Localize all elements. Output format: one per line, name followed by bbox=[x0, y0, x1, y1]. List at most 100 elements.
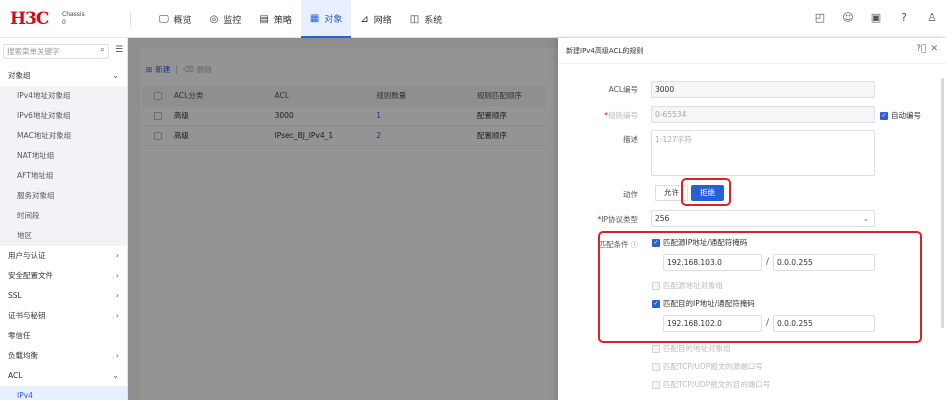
checkbox-label: 匹配源地址对象组 bbox=[663, 281, 723, 290]
sidebar-item-label: 负载均衡 bbox=[8, 351, 38, 360]
sidebar-item-label: 用户与认证 bbox=[8, 251, 46, 260]
sidebar-item-label: 地区 bbox=[17, 231, 32, 240]
help-icon[interactable]: ?⃝ bbox=[916, 44, 926, 54]
sidebar-item-label: 安全配置文件 bbox=[8, 271, 53, 280]
ip-protocol-select[interactable]: 256 ⌄ bbox=[651, 210, 875, 227]
save-config-icon[interactable]: ◰ bbox=[812, 11, 828, 24]
match-src-ip-checkbox[interactable]: ✓ 匹配源IP地址/通配符掩码 bbox=[652, 237, 747, 248]
ip-protocol-label: *IP协议类型 bbox=[568, 214, 638, 225]
highlight-box-action bbox=[681, 178, 731, 206]
dst-ip-input[interactable]: 192.168.102.0 bbox=[663, 315, 762, 332]
src-mask-input[interactable]: 0.0.0.255 bbox=[773, 254, 875, 271]
nav-policy[interactable]: ▤ 策略 bbox=[250, 0, 300, 38]
dst-mask-input[interactable]: 0.0.0.255 bbox=[773, 315, 875, 332]
disk-icon[interactable]: ▣ bbox=[868, 11, 884, 24]
rule-number-input[interactable]: 0-65534 bbox=[651, 106, 875, 123]
nav-label: 策略 bbox=[273, 15, 292, 26]
sidebar-item-region[interactable]: 地区 bbox=[0, 226, 127, 246]
monitor-icon: ◎ bbox=[209, 13, 219, 25]
chevron-down-icon: ⌄ bbox=[112, 371, 119, 380]
label-text: 规则编号 bbox=[608, 111, 638, 120]
sidebar-item-user-auth[interactable]: 用户与认证 › bbox=[0, 246, 127, 266]
match-tcp-src-port-checkbox[interactable]: 匹配TCP/UDP报文的源端口号 bbox=[652, 361, 763, 372]
nav-overview[interactable]: 🖵 概览 bbox=[150, 0, 201, 38]
nav-label: 监控 bbox=[223, 15, 242, 26]
placeholder-text: 0-65534 bbox=[655, 110, 687, 119]
close-icon[interactable]: ✕ bbox=[930, 44, 938, 54]
info-icon[interactable]: ⓘ bbox=[631, 241, 638, 249]
policy-icon: ▤ bbox=[259, 13, 269, 25]
description-textarea[interactable]: 1-127字符 bbox=[651, 130, 875, 176]
match-tcp-dst-port-checkbox[interactable]: 匹配TCP/UDP报文的目的端口号 bbox=[652, 379, 770, 390]
nav-system[interactable]: ◫ 系统 bbox=[401, 0, 451, 38]
nav-label: 网络 bbox=[373, 15, 392, 26]
checkbox-unchecked-icon bbox=[652, 380, 660, 389]
sidebar-item-ipv4-object-group[interactable]: IPv4地址对象组 bbox=[0, 86, 127, 106]
match-dst-object-checkbox[interactable]: 匹配目的地址对象组 bbox=[652, 343, 731, 354]
description-label: 描述 bbox=[568, 134, 638, 145]
dashboard-icon: 🖵 bbox=[159, 13, 169, 25]
divider bbox=[130, 12, 131, 26]
sidebar-item-security-profile[interactable]: 安全配置文件 › bbox=[0, 266, 127, 286]
brand-logo: H3C bbox=[10, 9, 49, 29]
checkbox-label: 匹配目的地址对象组 bbox=[663, 344, 731, 353]
sidebar-item-time-range[interactable]: 时间段 bbox=[0, 206, 127, 226]
sidebar-item-cert-key[interactable]: 证书与秘钥 › bbox=[0, 306, 127, 326]
sidebar-item-label: IPv6地址对象组 bbox=[17, 111, 71, 120]
top-bar: H3C Chassis 0 🖵 概览 ◎ 监控 ▤ 策略 ▦ 对象 ⊿ 网络 ◫ 系统 ◰ … bbox=[0, 0, 946, 38]
search-input[interactable] bbox=[4, 45, 92, 58]
nav-label: 概览 bbox=[173, 15, 192, 26]
sidebar-item-nat-group[interactable]: NAT地址组 bbox=[0, 146, 127, 166]
sidebar-item-label: ACL bbox=[8, 371, 23, 380]
chevron-right-icon: › bbox=[115, 311, 119, 320]
auto-number-checkbox[interactable]: ✓ 自动编号 bbox=[880, 110, 921, 121]
sidebar-item-service-group[interactable]: 服务对象组 bbox=[0, 186, 127, 206]
sidebar-item-zero-trust[interactable]: 零信任 bbox=[0, 326, 127, 346]
search-icon[interactable]: ⌕ bbox=[100, 45, 105, 55]
drawer-scrollbar[interactable] bbox=[941, 78, 944, 328]
sidebar-item-label: IPv4地址对象组 bbox=[17, 91, 71, 100]
chevron-right-icon: › bbox=[115, 351, 119, 360]
checkbox-label: 自动编号 bbox=[891, 111, 921, 120]
label-text: ACL编号 bbox=[608, 85, 638, 94]
src-ip-input[interactable]: 192.168.103.0 bbox=[663, 254, 762, 271]
input-value: 192.168.102.0 bbox=[667, 319, 722, 328]
match-condition-label: 匹配条件 ⓘ bbox=[568, 239, 638, 250]
checkbox-unchecked-icon bbox=[652, 362, 660, 371]
modal-overlay[interactable] bbox=[128, 38, 558, 400]
slash-separator: / bbox=[766, 318, 770, 328]
sidebar-item-load-balance[interactable]: 负载均衡 › bbox=[0, 346, 127, 366]
rule-number-label: *规则编号 bbox=[568, 110, 638, 121]
sidebar-item-label: NAT地址组 bbox=[17, 151, 55, 160]
sidebar-item-label: 服务对象组 bbox=[17, 191, 55, 200]
sidebar-item-label: 证书与秘钥 bbox=[8, 311, 46, 320]
sidebar-item-ssl[interactable]: SSL › bbox=[0, 286, 127, 306]
sidebar-item-ipv6-object-group[interactable]: IPv6地址对象组 bbox=[0, 106, 127, 126]
sidebar-item-mac-object-group[interactable]: MAC地址对象组 bbox=[0, 126, 127, 146]
chevron-down-icon: ⌄ bbox=[862, 214, 869, 223]
sidebar-item-aft-group[interactable]: AFT地址组 bbox=[0, 166, 127, 186]
slash-separator: / bbox=[766, 257, 770, 267]
help-icon[interactable]: ? bbox=[896, 11, 912, 24]
theme-icon[interactable]: ☺ bbox=[840, 11, 856, 24]
sidebar-item-object-group[interactable]: 对象组 ⌄ bbox=[0, 66, 127, 86]
chevron-right-icon: › bbox=[115, 291, 119, 300]
nav-objects[interactable]: ▦ 对象 bbox=[300, 0, 352, 38]
collapse-menu-icon[interactable]: ☰ bbox=[115, 45, 123, 55]
checkbox-label: 匹配源IP地址/通配符掩码 bbox=[663, 238, 748, 247]
sidebar: ⌕ ☰ 对象组 ⌄ IPv4地址对象组 IPv6地址对象组 MAC地址对象组 NA… bbox=[0, 38, 128, 400]
objects-icon: ▦ bbox=[309, 12, 320, 24]
nav-network[interactable]: ⊿ 网络 bbox=[351, 0, 400, 38]
sidebar-item-ipv4[interactable]: IPv4 bbox=[0, 386, 127, 400]
label-text: IP协议类型 bbox=[601, 215, 638, 224]
sidebar-item-acl[interactable]: ACL ⌄ bbox=[0, 366, 127, 386]
checkbox-unchecked-icon bbox=[652, 281, 660, 290]
label-text: 描述 bbox=[623, 135, 638, 144]
select-value: 256 bbox=[655, 214, 670, 223]
input-value: 0.0.0.255 bbox=[777, 258, 813, 267]
nav-monitor[interactable]: ◎ 监控 bbox=[201, 0, 251, 38]
input-value: 192.168.103.0 bbox=[667, 258, 722, 267]
match-src-object-checkbox[interactable]: 匹配源地址对象组 bbox=[652, 280, 723, 291]
match-dst-ip-checkbox[interactable]: ✓ 匹配目的IP地址/通配符掩码 bbox=[652, 298, 755, 309]
user-icon[interactable]: ♙ bbox=[924, 11, 940, 24]
